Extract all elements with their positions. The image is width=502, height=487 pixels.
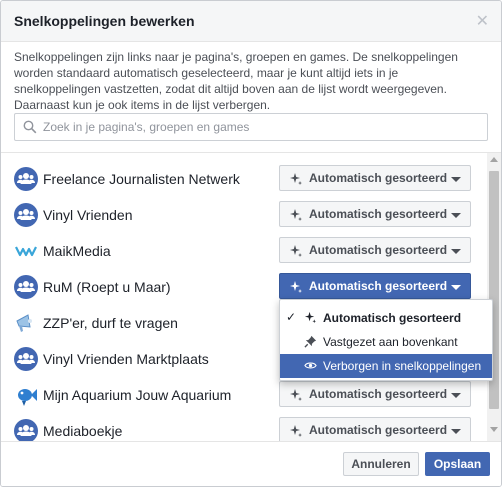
shortcut-list: Freelance Journalisten Netwerk Automatis… (1, 153, 487, 441)
search-box[interactable] (14, 113, 488, 141)
dialog-header: Snelkoppelingen bewerken ✕ (1, 1, 501, 42)
list-item: Vinyl Vrienden Automatisch gesorteerd (1, 197, 487, 233)
item-label[interactable]: ZZP'er, durf te vragen (43, 315, 178, 331)
sparkle-icon (290, 245, 302, 257)
item-label[interactable]: Vinyl Vrienden (43, 207, 133, 223)
chevron-down-icon (451, 249, 461, 254)
sort-dropdown-button[interactable]: Automatisch gesorteerd (279, 381, 471, 407)
search-input[interactable] (43, 117, 473, 137)
menu-item-pinned[interactable]: Vastgezet aan bovenkant (280, 330, 492, 354)
chevron-down-icon (451, 285, 461, 290)
scroll-up-icon[interactable] (490, 157, 498, 162)
item-label[interactable]: Mijn Aquarium Jouw Aquarium (43, 387, 231, 403)
chevron-down-icon (451, 429, 461, 434)
group-icon (14, 203, 38, 227)
sort-dropdown-button[interactable]: Automatisch gesorteerd (279, 165, 471, 191)
sort-button-label: Automatisch gesorteerd (309, 387, 448, 401)
sparkle-icon (304, 311, 317, 324)
save-button[interactable]: Opslaan (425, 452, 490, 476)
group-icon (14, 275, 38, 299)
menu-item-label: Automatisch gesorteerd (323, 311, 462, 325)
cancel-button[interactable]: Annuleren (343, 452, 419, 476)
sparkle-icon (290, 425, 302, 437)
pin-icon (304, 335, 317, 348)
sort-dropdown-menu: ✓ Automatisch gesorteerd Vastgezet aan b… (279, 299, 493, 381)
item-label[interactable]: Mediaboekje (43, 423, 122, 439)
sparkle-icon (290, 209, 302, 221)
page-logo-icon (14, 239, 38, 263)
chevron-down-icon (451, 177, 461, 182)
menu-item-label: Vastgezet aan bovenkant (323, 335, 458, 349)
item-label[interactable]: Freelance Journalisten Netwerk (43, 171, 240, 187)
checkmark-icon: ✓ (286, 310, 297, 324)
search-icon (23, 120, 37, 134)
close-icon[interactable]: ✕ (476, 11, 489, 31)
list-item: Mediaboekje Automatisch gesorteerd (1, 413, 487, 441)
item-label[interactable]: Vinyl Vrienden Marktplaats (43, 351, 209, 367)
dialog-footer: Annuleren Opslaan (1, 441, 501, 486)
sort-dropdown-button[interactable]: Automatisch gesorteerd (279, 201, 471, 227)
dialog-title: Snelkoppelingen bewerken (14, 13, 195, 29)
list-item: Freelance Journalisten Netwerk Automatis… (1, 161, 487, 197)
fish-icon (14, 383, 38, 407)
sparkle-icon (290, 281, 302, 293)
eye-hidden-icon (304, 362, 317, 369)
menu-item-hidden[interactable]: Verborgen in snelkoppelingen (280, 354, 492, 378)
edit-shortcuts-dialog: Snelkoppelingen bewerken ✕ Snelkoppeling… (0, 0, 502, 487)
sparkle-icon (290, 173, 302, 185)
chevron-down-icon (451, 393, 461, 398)
megaphone-icon (14, 311, 38, 335)
menu-item-automatic[interactable]: ✓ Automatisch gesorteerd (280, 306, 492, 330)
group-icon (14, 347, 38, 371)
sort-dropdown-button[interactable]: Automatisch gesorteerd (279, 273, 471, 299)
item-label[interactable]: MaikMedia (43, 243, 111, 259)
item-label[interactable]: RuM (Roept u Maar) (43, 279, 171, 295)
list-item: MaikMedia Automatisch gesorteerd (1, 233, 487, 269)
chevron-down-icon (451, 213, 461, 218)
list-item: Mijn Aquarium Jouw Aquarium Automatisch … (1, 377, 487, 413)
sort-button-label: Automatisch gesorteerd (309, 243, 448, 257)
sort-button-label: Automatisch gesorteerd (309, 171, 448, 185)
scroll-down-icon[interactable] (490, 427, 498, 432)
sort-dropdown-button[interactable]: Automatisch gesorteerd (279, 237, 471, 263)
group-icon (14, 419, 38, 441)
sparkle-icon (290, 389, 302, 401)
group-icon (14, 167, 38, 191)
menu-item-label: Verborgen in snelkoppelingen (323, 359, 482, 373)
sort-button-label: Automatisch gesorteerd (309, 207, 448, 221)
sort-button-label: Automatisch gesorteerd (309, 279, 448, 293)
sort-dropdown-button[interactable]: Automatisch gesorteerd (279, 417, 471, 441)
dialog-description: Snelkoppelingen zijn links naar je pagin… (14, 50, 458, 112)
sort-button-label: Automatisch gesorteerd (309, 423, 448, 437)
